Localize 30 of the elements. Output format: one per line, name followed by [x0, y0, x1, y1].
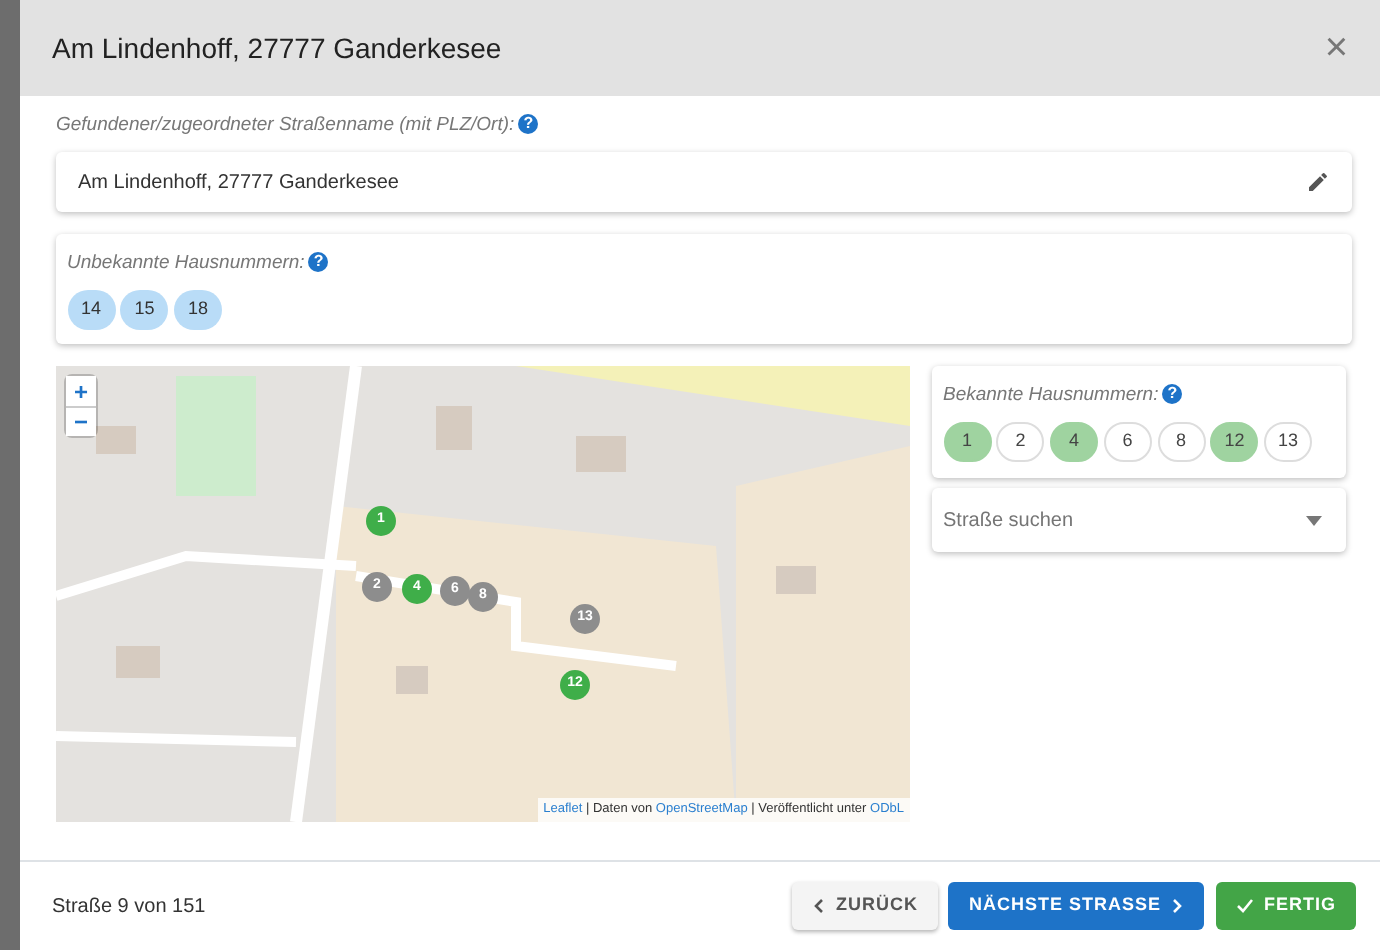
section-label: Bekannte Hausnummern: — [943, 383, 1159, 405]
house-number-chip[interactable]: 12 — [1210, 421, 1259, 461]
house-number-chip[interactable]: 15 — [120, 289, 169, 329]
house-number-chip[interactable]: 2 — [996, 421, 1045, 461]
back-button[interactable]: ZURÜCK — [792, 882, 938, 930]
check-icon — [1235, 897, 1253, 914]
done-button[interactable]: FERTIG — [1215, 882, 1356, 930]
house-number-chip[interactable]: 8 — [1157, 421, 1205, 461]
house-number-chip[interactable]: 18 — [174, 289, 222, 329]
street-search-dropdown[interactable]: Straße suchen — [932, 488, 1346, 553]
street-name-field[interactable]: Am Lindenhoff, 27777 Ganderkesee — [56, 152, 1352, 212]
help-icon[interactable]: ? — [1162, 383, 1183, 404]
close-button[interactable]: × — [1324, 28, 1348, 68]
next-street-button[interactable]: NÄCHSTE STRASSE — [948, 882, 1204, 930]
help-icon[interactable]: ? — [518, 114, 539, 135]
chevron-left-icon — [812, 897, 825, 914]
caret-icon — [1306, 516, 1322, 527]
house-number-chip[interactable]: 1 — [943, 421, 991, 461]
chevron-right-icon — [1172, 897, 1184, 914]
house-number-chip[interactable]: 6 — [1103, 421, 1152, 461]
field-label: Gefundener/zugeordneter Straßenname (mit PLZ/Ort): — [56, 114, 515, 136]
street-name-value: Am Lindenhoff, 27777 Ganderkesee — [78, 169, 399, 197]
house-number-chip[interactable]: 13 — [1264, 421, 1313, 461]
dialog-title: Am Lindenhoff, 27777 Ganderkesee — [52, 31, 502, 65]
edit-icon[interactable] — [1306, 170, 1330, 194]
zoom-out-button[interactable]: − — [66, 406, 96, 436]
house-number-chip[interactable]: 14 — [67, 289, 115, 329]
help-icon[interactable]: ? — [308, 251, 329, 272]
section-label: Unbekannte Hausnummern: — [67, 251, 305, 273]
house-number-chip[interactable]: 4 — [1050, 421, 1098, 461]
